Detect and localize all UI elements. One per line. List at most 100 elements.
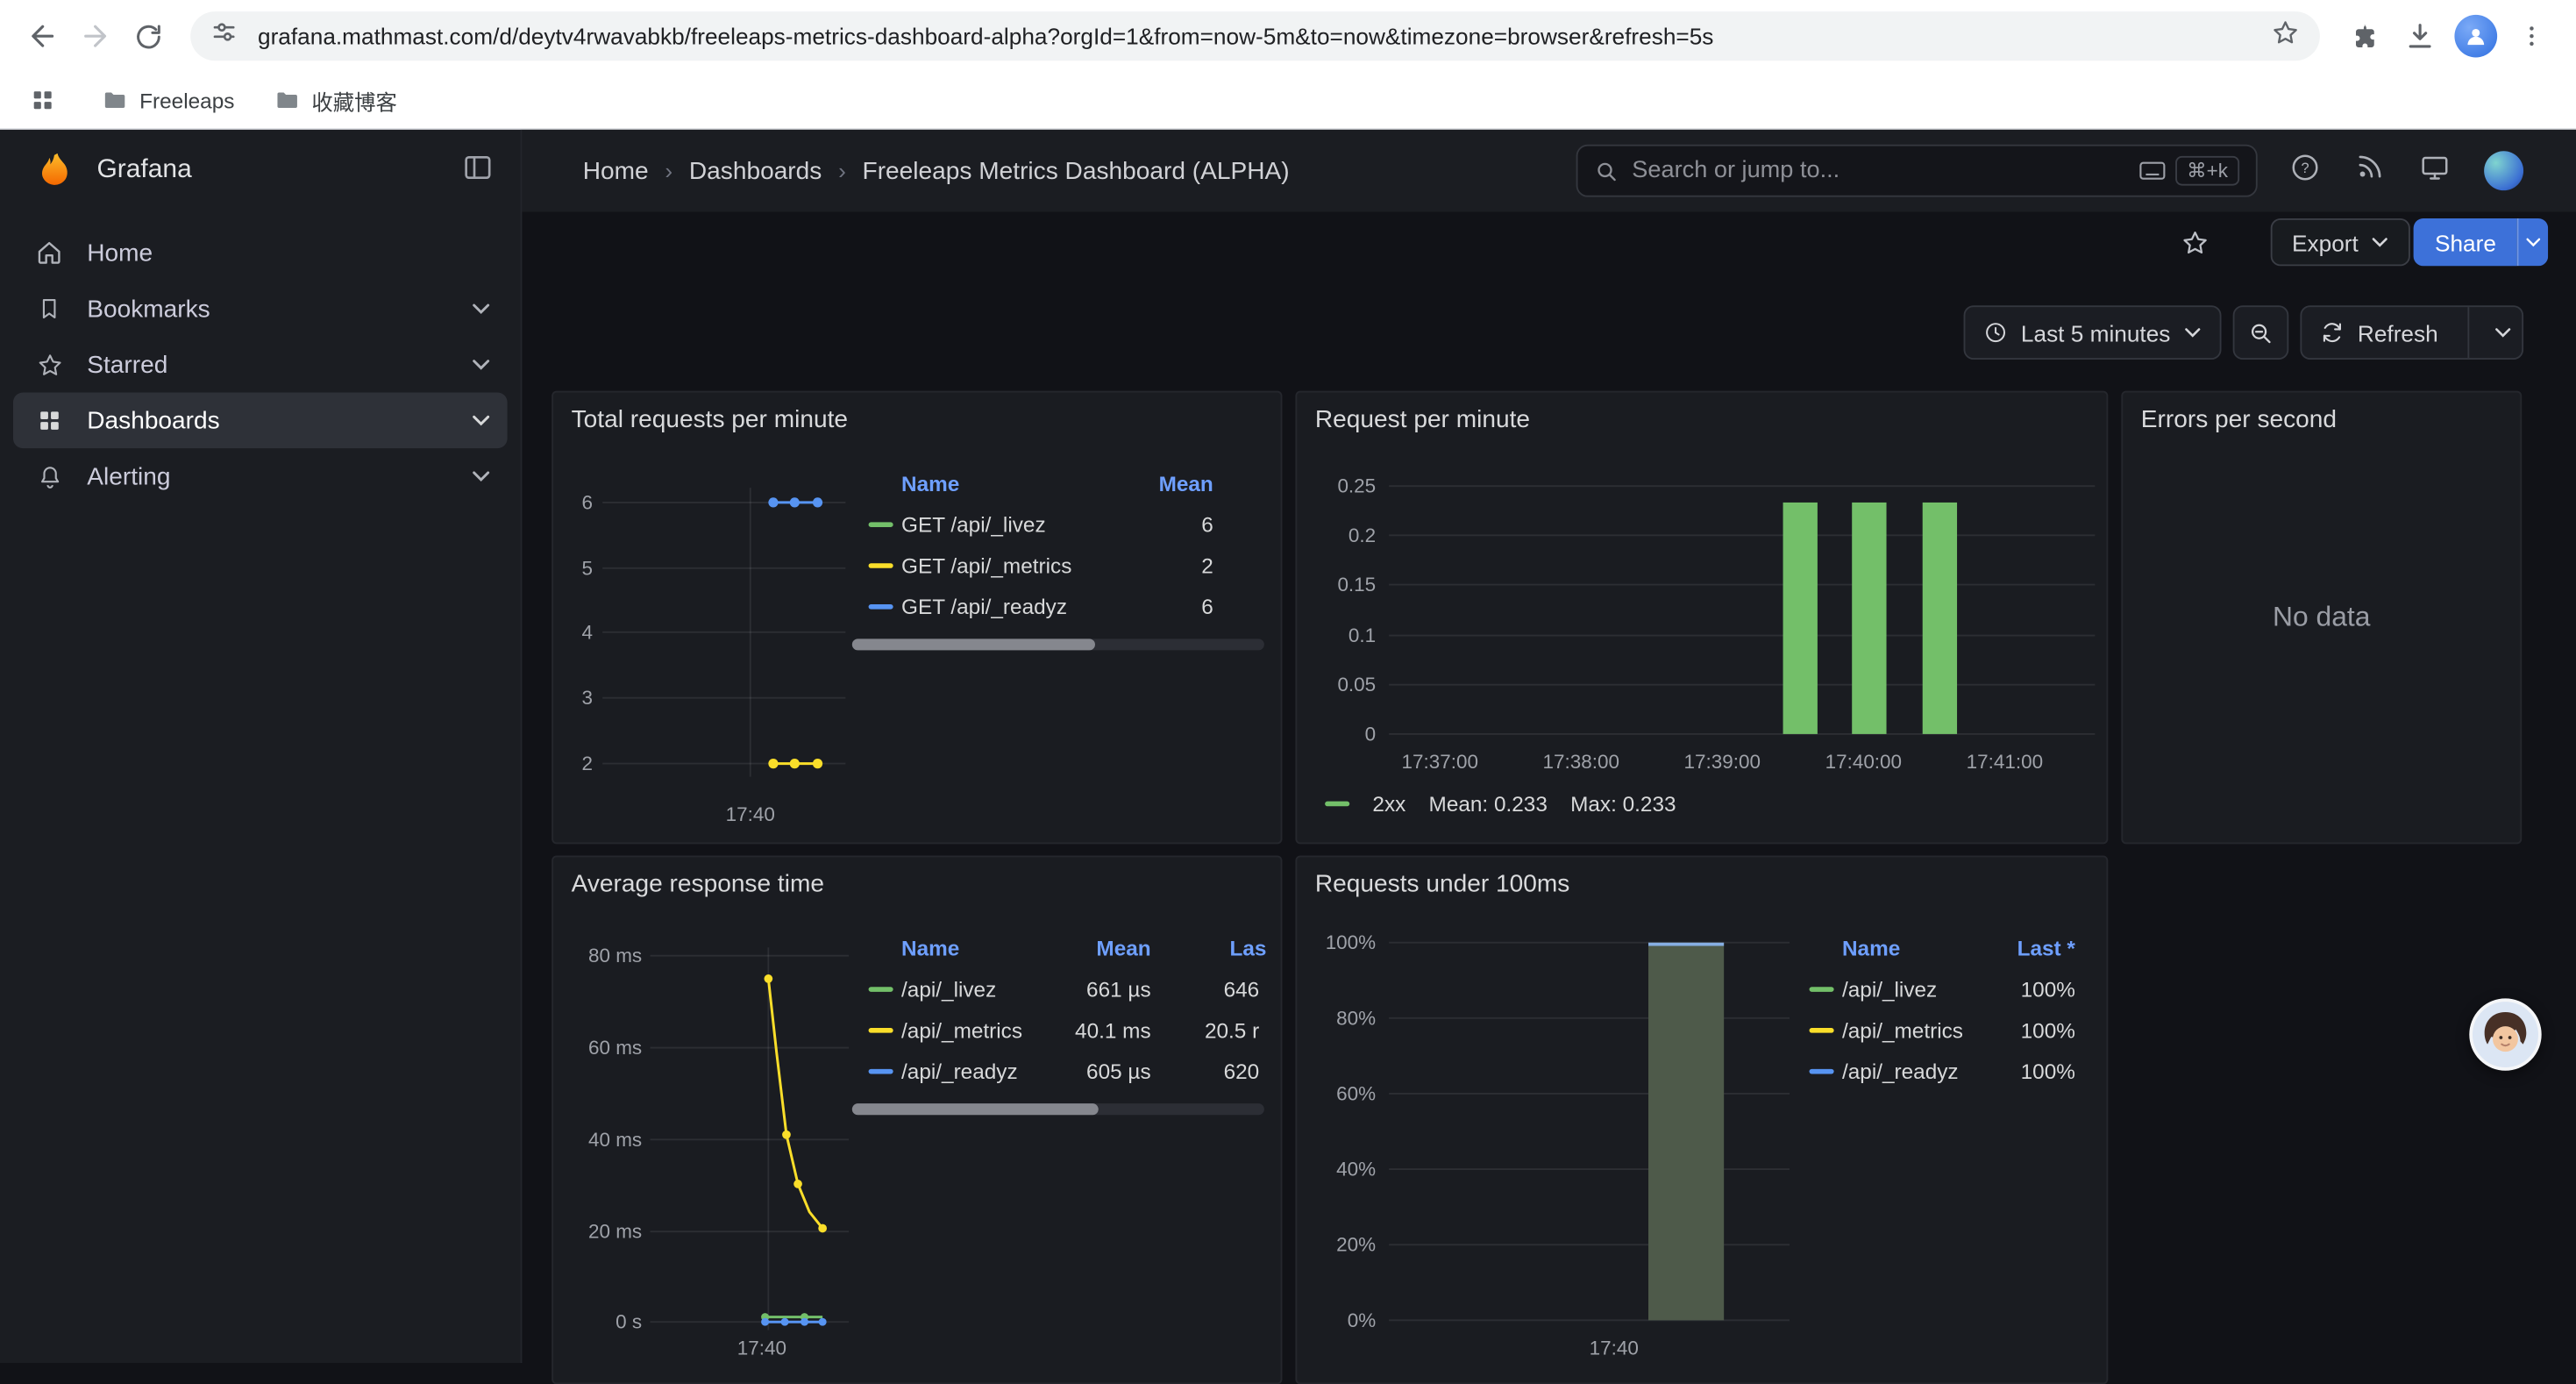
chevron-down-icon[interactable] — [471, 358, 490, 371]
legend-table: Name Last * /api/_livez 100% /api/_metri… — [1790, 930, 2085, 1092]
refresh-label[interactable]: Refresh — [2358, 319, 2438, 346]
legend-row[interactable]: /api/_metrics 40.1 ms 20.5 r — [852, 1009, 1264, 1051]
y-tick: 0 — [1297, 723, 1376, 746]
extensions-button[interactable] — [2337, 8, 2393, 64]
series-name: /api/_readyz — [1842, 1051, 1959, 1092]
legend-scrollbar[interactable] — [852, 1103, 1264, 1115]
x-tick: 17:38:00 — [1543, 751, 1619, 774]
chevron-down-icon[interactable] — [471, 469, 490, 482]
legend-col-mean[interactable]: Mean — [1096, 930, 1150, 969]
help-button[interactable]: ? — [2288, 150, 2321, 191]
time-controls: Last 5 minutes Refresh — [1963, 305, 2523, 360]
share-menu-button[interactable] — [2517, 218, 2549, 266]
bookmark-folder-freeleaps[interactable]: Freeleaps — [89, 79, 247, 122]
site-settings-icon[interactable] — [210, 18, 238, 54]
sidebar-nav: Home Bookmarks Starred Dashboards — [0, 212, 521, 504]
sidebar-item-label: Home — [87, 239, 491, 267]
bookmark-folder-blogs[interactable]: 收藏博客 — [260, 79, 409, 122]
legend-row[interactable]: /api/_livez 661 µs 646 — [852, 969, 1264, 1010]
news-button[interactable] — [2354, 151, 2386, 190]
breadcrumb-home[interactable]: Home — [583, 157, 649, 185]
downloads-button[interactable] — [2392, 8, 2448, 64]
y-tick: 60 ms — [553, 1036, 642, 1059]
legend-row[interactable]: GET /api/_readyz 6 — [852, 586, 1264, 627]
url-bar[interactable] — [190, 11, 2320, 61]
svg-text:?: ? — [2301, 160, 2309, 175]
legend-table: Name Mean Las /api/_livez 661 µs 646 /ap… — [852, 930, 1264, 1092]
apps-grid-button[interactable] — [19, 77, 65, 123]
sidebar-collapse-button[interactable] — [461, 150, 494, 191]
scrollbar-thumb[interactable] — [852, 638, 1095, 650]
series-color-dash — [1810, 1069, 1834, 1074]
legend-col-name[interactable]: Name — [901, 465, 959, 504]
y-tick: 60% — [1297, 1082, 1376, 1105]
url-input[interactable] — [254, 21, 2254, 51]
export-button[interactable]: Export — [2271, 218, 2411, 266]
reload-button[interactable] — [122, 10, 174, 62]
back-button[interactable] — [17, 10, 69, 62]
display-button[interactable] — [2418, 150, 2451, 191]
sidebar: Grafana Home Bookmarks Starred — [0, 130, 522, 1363]
profile-button[interactable] — [2448, 8, 2504, 64]
panel-errors-per-second: Errors per second No data — [2121, 391, 2522, 845]
sidebar-item-bookmarks[interactable]: Bookmarks — [13, 281, 508, 337]
legend-col-last[interactable]: Last * — [2017, 930, 2075, 969]
sidebar-item-alerting[interactable]: Alerting — [13, 448, 508, 504]
keyboard-icon — [2139, 161, 2166, 180]
legend-row[interactable]: GET /api/_metrics 2 — [852, 546, 1264, 587]
chevron-down-icon[interactable] — [471, 303, 490, 316]
series-last: 20.5 r — [1205, 1009, 1259, 1051]
user-avatar[interactable] — [2484, 151, 2523, 190]
legend-col-name[interactable]: Name — [1842, 930, 1900, 969]
browser-chrome: Freeleaps 收藏博客 — [0, 0, 2576, 130]
back-arrow-icon — [33, 26, 53, 46]
sidebar-item-dashboards[interactable]: Dashboards — [13, 392, 508, 448]
sidebar-item-home[interactable]: Home — [13, 225, 508, 282]
refresh-interval-button[interactable] — [2482, 327, 2522, 339]
kebab-menu-icon — [2518, 23, 2544, 49]
x-tick: 17:40 — [737, 1337, 786, 1359]
series-mean: 6 — [1201, 504, 1213, 546]
bar-chart[interactable] — [1297, 392, 2108, 844]
export-label: Export — [2292, 229, 2359, 255]
zoom-out-button[interactable] — [2233, 305, 2289, 360]
topbar-icons: ? — [2288, 130, 2523, 212]
series-name[interactable]: 2xx — [1372, 791, 1405, 816]
forward-button[interactable] — [69, 10, 122, 62]
legend-scrollbar[interactable] — [852, 638, 1264, 650]
chevron-down-icon[interactable] — [471, 414, 490, 427]
series-max: Max: 0.233 — [1570, 791, 1676, 816]
search-placeholder: Search or jump to... — [1632, 158, 2139, 184]
legend-header-row: Name Last * — [1790, 930, 2085, 969]
share-button[interactable]: Share — [2414, 218, 2518, 266]
legend-col-last[interactable]: Las — [1230, 930, 1267, 969]
sidebar-item-starred[interactable]: Starred — [13, 337, 508, 393]
y-tick: 0.25 — [1297, 474, 1376, 497]
grafana-logo[interactable] — [36, 149, 79, 192]
favorite-star-button[interactable] — [2181, 228, 2210, 266]
floating-assistant-avatar[interactable] — [2469, 998, 2541, 1070]
search-input[interactable]: Search or jump to... ⌘+k — [1576, 145, 2258, 197]
legend-row[interactable]: GET /api/_livez 6 — [852, 504, 1264, 546]
legend-header-row: Name Mean Las — [852, 930, 1264, 969]
legend-row[interactable]: /api/_livez 100% — [1790, 969, 2085, 1010]
legend-row[interactable]: /api/_metrics 100% — [1790, 1009, 2085, 1051]
y-tick: 0.2 — [1297, 524, 1376, 546]
series-name: /api/_livez — [901, 969, 996, 1010]
bookmark-star-icon[interactable] — [2271, 18, 2301, 55]
legend-col-mean[interactable]: Mean — [1159, 465, 1213, 504]
time-range-picker[interactable]: Last 5 minutes — [1963, 305, 2221, 360]
breadcrumb: Home › Dashboards › Freeleaps Metrics Da… — [522, 157, 1289, 185]
scrollbar-thumb[interactable] — [852, 1103, 1099, 1115]
folder-icon — [274, 87, 300, 113]
series-color-dash — [869, 987, 893, 992]
x-tick: 17:41:00 — [1967, 751, 2043, 774]
breadcrumb-dashboards[interactable]: Dashboards — [689, 157, 822, 185]
y-tick: 100% — [1297, 931, 1376, 954]
series-last: 620 — [1224, 1051, 1260, 1092]
browser-menu-button[interactable] — [2504, 8, 2560, 64]
y-tick: 20 ms — [553, 1220, 642, 1243]
legend-row[interactable]: /api/_readyz 100% — [1790, 1051, 2085, 1092]
legend-col-name[interactable]: Name — [901, 930, 959, 969]
legend-row[interactable]: /api/_readyz 605 µs 620 — [852, 1051, 1264, 1092]
